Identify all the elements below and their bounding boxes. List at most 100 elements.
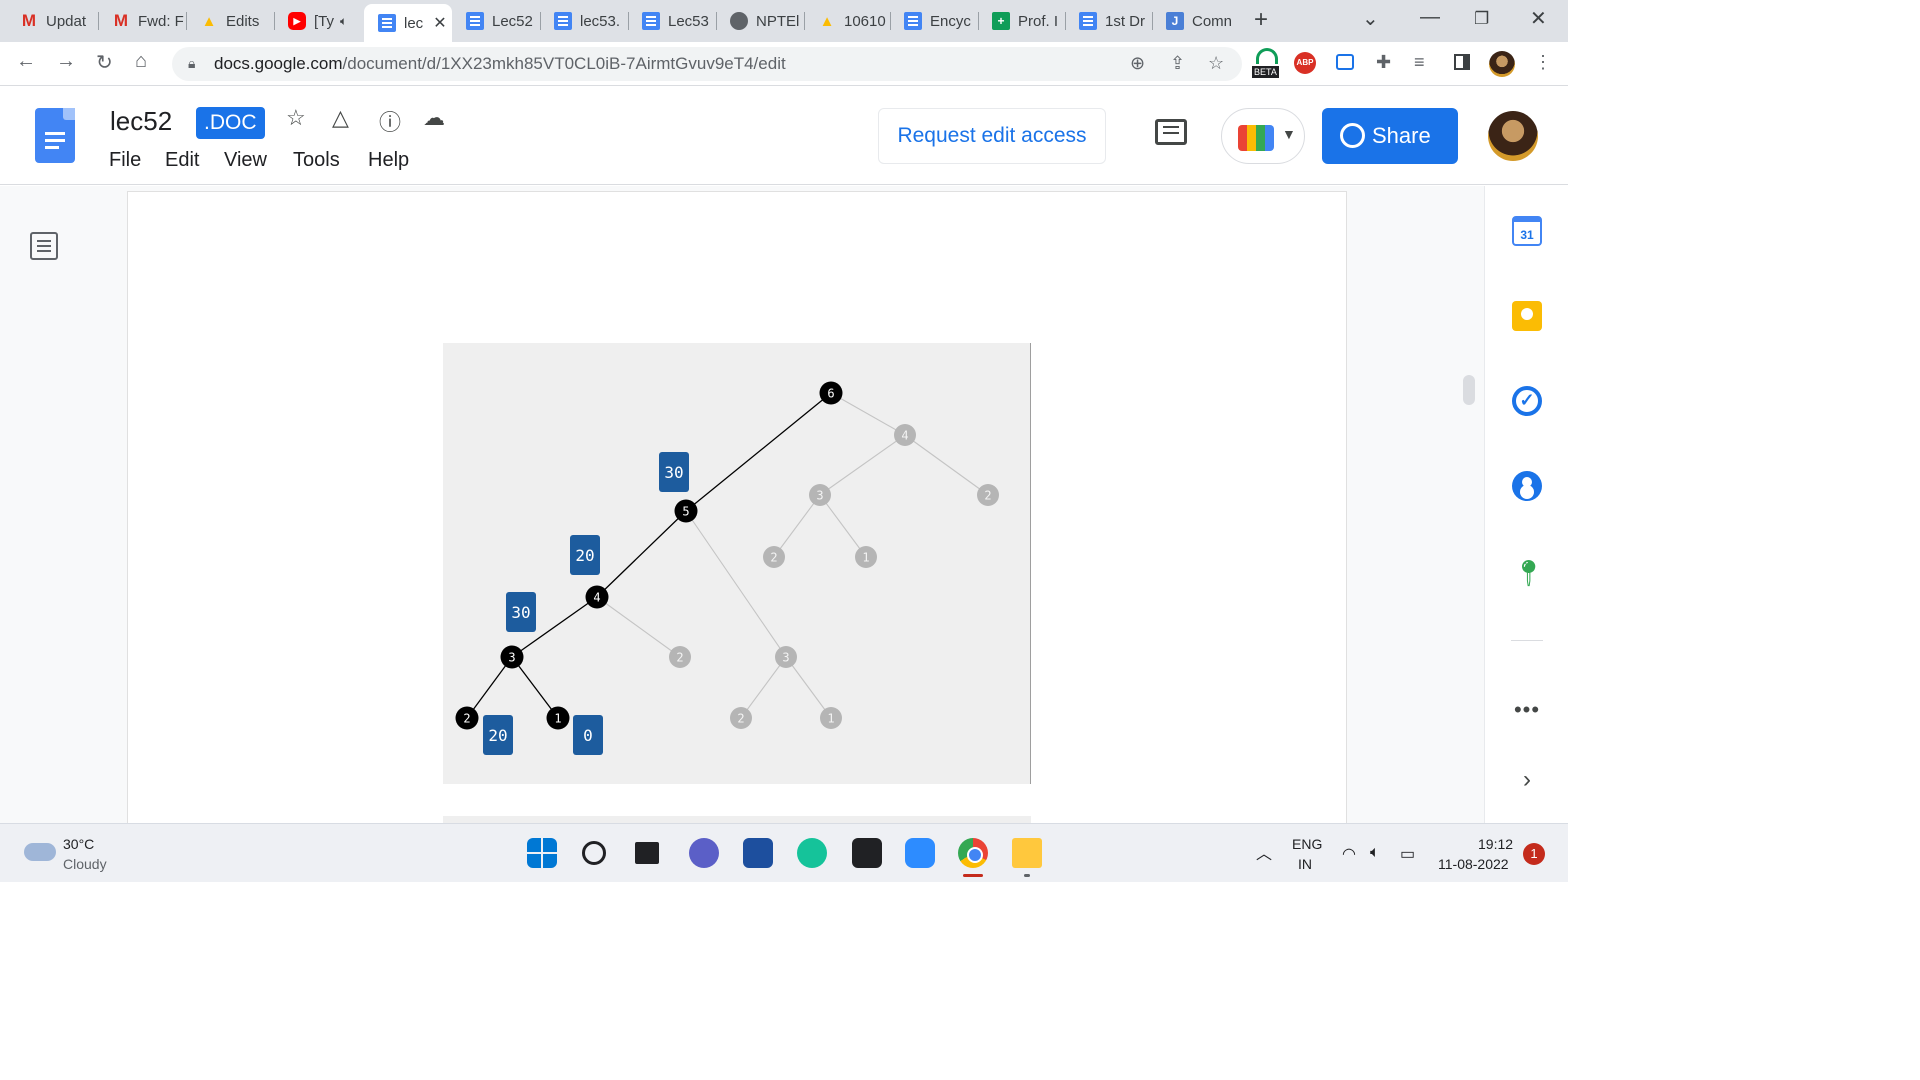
browser-tab[interactable]: ▲ Edits [186,0,274,42]
browser-tab[interactable]: Lec53 [628,0,716,42]
browser-tab[interactable]: Lec52 [452,0,540,42]
browser-tab[interactable]: ▶ [Ty 🔈︎ [274,0,364,42]
home-icon[interactable]: ⌂ [135,50,147,73]
menu-help[interactable]: Help [368,149,409,172]
zoom-icon[interactable]: ⊕ [1130,53,1145,74]
comments-icon[interactable] [1155,119,1187,145]
browser-tab[interactable]: lec53. [540,0,628,42]
expand-panel-icon[interactable]: › [1512,766,1542,796]
browser-tab[interactable]: + Prof. I [978,0,1065,42]
document-title[interactable]: lec52 [110,106,172,137]
notification-badge[interactable]: 1 [1523,843,1545,865]
microsoft-store-icon[interactable] [743,838,773,868]
weather-description[interactable]: Cloudy [63,856,107,872]
menu-edit[interactable]: Edit [165,149,199,172]
tab-title: Lec53 [668,12,709,30]
maps-icon[interactable]: 📍︎ [1512,558,1545,588]
clock-time[interactable]: 19:12 [1478,836,1513,852]
clock-date[interactable]: 11-08-2022 [1438,856,1509,872]
wifi-icon[interactable]: ◠ [1342,844,1356,864]
share-label: Share [1372,123,1431,148]
address-bar[interactable]: 🔒︎ docs.google.com/document/d/1XX23mkh85… [172,47,1242,81]
screen-capture-icon[interactable] [1336,54,1354,70]
browser-menu-icon[interactable]: ⋮ [1534,52,1552,73]
browser-tab[interactable]: M Fwd: F [98,0,186,42]
hidden-icons-chevron-icon[interactable]: ︿ [1256,840,1272,864]
youtube-icon: ▶ [288,12,306,30]
tab-title: [Ty [314,12,335,30]
cloud-icon[interactable] [24,843,56,861]
start-menu-icon[interactable] [527,838,557,868]
browser-tab[interactable]: Encyc [890,0,978,42]
document-canvas [0,186,1484,823]
task-view-icon[interactable] [635,842,659,864]
tab-audio-icon[interactable]: 🔈︎ [340,14,347,29]
browser-tab-strip: M Updat M Fwd: F ▲ Edits ▶ [Ty 🔈︎ lec ✕ Lec52 lec53.… [0,0,1568,42]
input-language[interactable]: ENG [1292,836,1322,852]
new-tab-button[interactable]: + [1254,6,1268,34]
document-page[interactable] [128,192,1346,823]
browser-tab[interactable]: J Comn [1152,0,1238,42]
tab-search-icon[interactable]: ⌄ [1362,6,1379,31]
zoom-icon[interactable] [905,838,935,868]
taskbar-search-icon[interactable] [582,841,606,865]
active-app-indicator [963,874,983,877]
grammarly-icon[interactable] [797,838,827,868]
teams-chat-icon[interactable] [689,838,719,868]
menu-tools[interactable]: Tools [293,149,340,172]
restore-button[interactable]: ❐ [1474,9,1489,29]
keep-icon[interactable] [1512,301,1542,331]
request-edit-access-button[interactable]: Request edit access [878,108,1106,164]
menu-view[interactable]: View [224,149,267,172]
browser-tab[interactable]: NPTEl [716,0,804,42]
bookmark-star-icon[interactable]: ☆ [1208,53,1224,74]
tasks-icon[interactable]: ✓ [1512,386,1542,416]
chrome-icon[interactable] [958,838,988,868]
url-text[interactable]: docs.google.com/document/d/1XX23mkh85VT0… [214,54,786,74]
contacts-icon[interactable] [1512,471,1542,501]
tab-title: 10610 [844,12,886,30]
side-panel-icon[interactable] [1454,54,1470,70]
media-controls-icon[interactable]: ≡ [1414,52,1425,73]
move-to-drive-icon[interactable]: △ [332,105,349,131]
tab-title: Lec52 [492,12,533,30]
lock-icon[interactable]: 🔒︎ [188,55,195,72]
browser-tab[interactable]: 1st Dr [1065,0,1152,42]
account-avatar[interactable] [1488,111,1538,161]
docs-icon [642,12,660,30]
meet-button[interactable]: ▼ [1221,108,1305,164]
close-window-button[interactable]: ✕ [1530,6,1547,31]
browser-tab[interactable]: ▲ 10610 [804,0,890,42]
close-tab-icon[interactable]: ✕ [433,13,446,33]
docs-icon [466,12,484,30]
minimize-button[interactable]: — [1420,6,1440,29]
weather-temperature[interactable]: 30°C [63,836,94,852]
extension-beta-icon[interactable]: BETA [1252,66,1279,78]
profile-avatar[interactable] [1489,51,1515,77]
docs-logo-icon[interactable] [35,108,75,163]
calendar-icon[interactable]: 31 [1512,216,1542,246]
star-icon[interactable]: ☆ [286,105,306,131]
browser-tab[interactable]: lec ✕ [364,4,452,42]
input-region[interactable]: IN [1298,856,1312,872]
caret-down-icon: ▼ [1282,126,1296,142]
back-icon[interactable]: ← [16,50,36,73]
battery-icon[interactable]: ▭ [1400,844,1415,864]
document-outline-icon[interactable] [30,232,58,260]
adblock-icon[interactable]: ABP [1294,52,1316,74]
forward-icon[interactable]: → [56,50,76,73]
file-explorer-icon[interactable] [1012,838,1042,868]
volume-icon[interactable]: 🔈︎ [1370,844,1380,862]
scrollbar-thumb[interactable] [1463,375,1475,405]
browser-tab[interactable]: M Updat [6,0,98,42]
tab-title: Fwd: F [138,12,184,30]
document-info-icon[interactable]: ⓘ [379,105,401,137]
more-options-icon[interactable]: ••• [1512,698,1542,728]
share-page-icon[interactable]: ⇪ [1170,53,1185,74]
sticky-notes-icon[interactable] [852,838,882,868]
cloud-status-icon[interactable]: ☁︎ [423,105,445,131]
menu-file[interactable]: File [109,149,141,172]
reload-icon[interactable]: ↻ [96,50,113,75]
share-button[interactable]: Share [1322,108,1458,164]
extensions-puzzle-icon[interactable]: ✚ [1376,52,1391,73]
